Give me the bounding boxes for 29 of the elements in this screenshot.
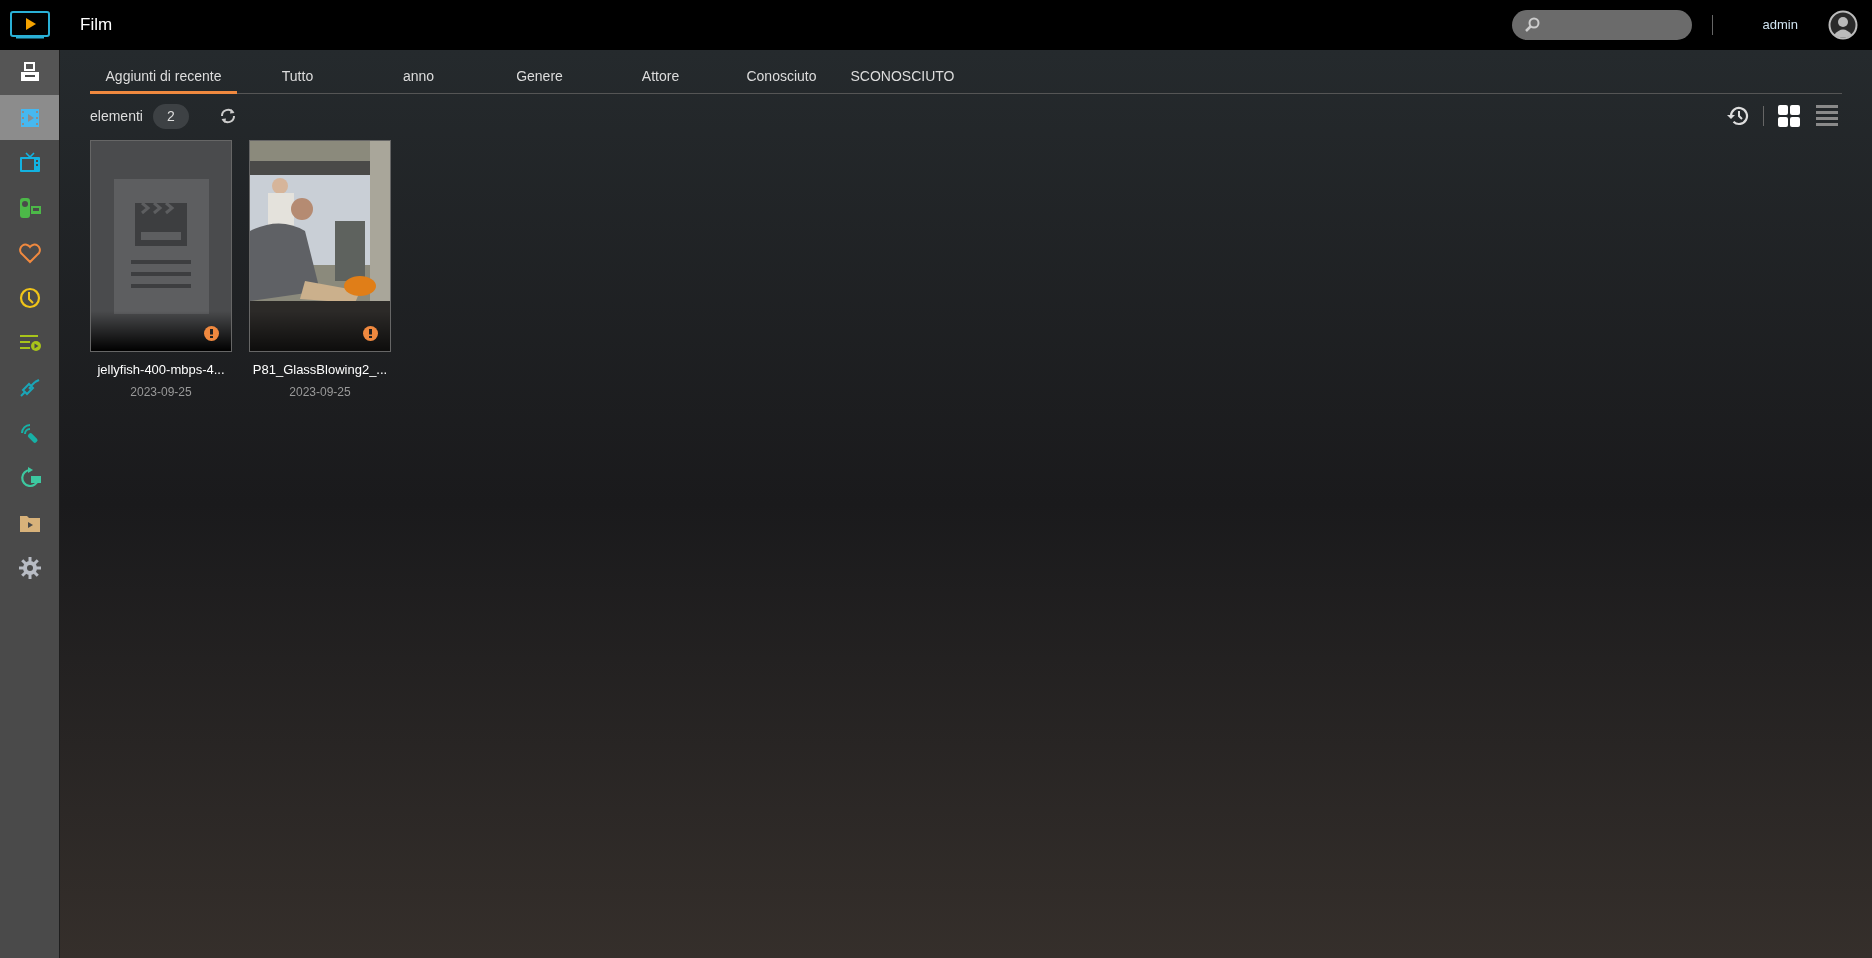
video-date: 2023-09-25 xyxy=(130,383,192,401)
tab[interactable]: Aggiunti di recente xyxy=(90,62,237,94)
video-file-icon xyxy=(114,179,209,314)
thumbnail[interactable] xyxy=(90,140,232,352)
history-icon[interactable] xyxy=(1725,105,1749,127)
video-date: 2023-09-25 xyxy=(289,383,351,401)
video-title[interactable]: P81_GlassBlowing2_... xyxy=(252,360,388,380)
list-view-icon[interactable] xyxy=(1816,105,1838,127)
tab[interactable]: Conosciuto xyxy=(721,62,842,94)
items-label: elementi xyxy=(90,106,143,126)
search-field[interactable] xyxy=(1511,10,1692,40)
search-icon xyxy=(1523,17,1540,33)
video-title[interactable]: jellyfish-400-mbps-4... xyxy=(97,360,225,380)
logo-icon xyxy=(10,11,50,39)
tab[interactable]: SCONOSCIUTO xyxy=(842,62,963,94)
tab[interactable]: anno xyxy=(358,62,479,94)
clock-icon[interactable] xyxy=(17,285,42,310)
username[interactable]: admin xyxy=(1762,15,1798,35)
camcorder-icon[interactable] xyxy=(17,195,42,220)
grid-view-icon[interactable] xyxy=(1778,105,1800,127)
tv-icon[interactable] xyxy=(17,150,42,175)
avatar-icon[interactable] xyxy=(1828,10,1858,40)
tab[interactable]: Tutto xyxy=(237,62,358,94)
tab[interactable]: Attore xyxy=(600,62,721,94)
item-count: 2 xyxy=(152,103,189,129)
tab[interactable]: Genere xyxy=(479,62,600,94)
refresh-icon[interactable] xyxy=(218,107,237,125)
gear-icon[interactable] xyxy=(17,555,42,580)
page-title: Film xyxy=(80,14,113,37)
